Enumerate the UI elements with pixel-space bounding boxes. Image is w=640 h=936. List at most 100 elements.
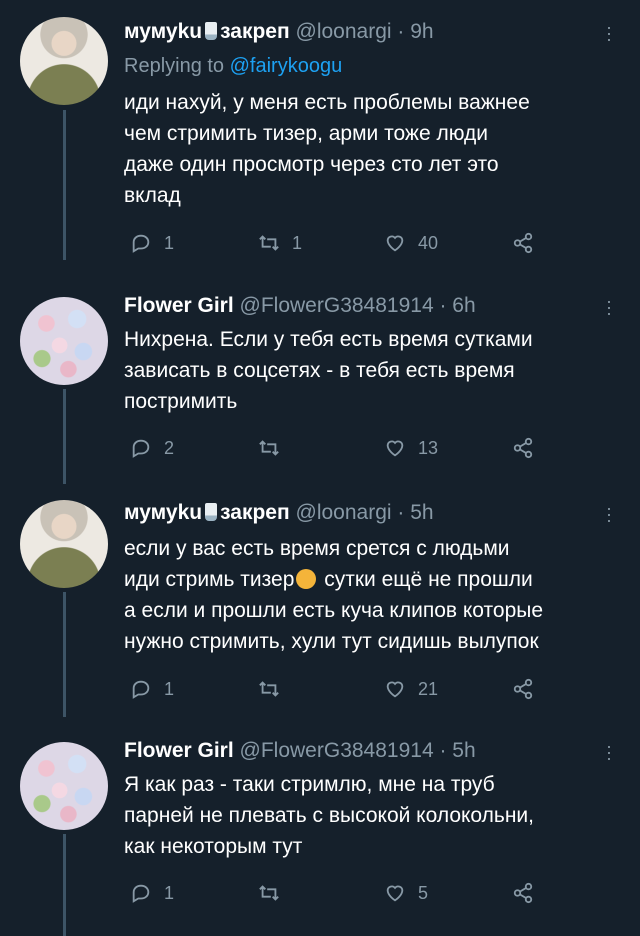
like-button[interactable]: 5 (384, 882, 428, 904)
tweet-line: нужно стримить, хули тут сидишь вылупок (124, 630, 539, 653)
like-icon (386, 885, 404, 902)
like-icon (386, 235, 404, 252)
avatar[interactable] (20, 500, 108, 588)
avatar[interactable] (20, 17, 108, 105)
retweet-button[interactable] (258, 437, 292, 459)
tweet-line: а если и прошли есть куча клипов которые (124, 599, 544, 622)
reply-icon (132, 234, 150, 253)
retweet-icon (259, 235, 279, 251)
display-name-suffix[interactable]: закреп (220, 20, 290, 43)
tweet-line: даже один просмотр через сто лет это (124, 153, 499, 176)
tweet-line: вклад (124, 184, 181, 207)
reply-button[interactable]: 1 (130, 882, 174, 904)
tweet-header: мумуku закреп @loonargi · 5h (124, 501, 434, 525)
mention-link[interactable]: @fairykoogu (230, 55, 343, 77)
share-button[interactable] (512, 232, 546, 254)
reply-button[interactable]: 2 (130, 437, 174, 459)
tweet-actions: 2 13 (130, 437, 550, 465)
retweet-icon (259, 681, 279, 697)
display-name-suffix[interactable]: закреп (220, 501, 290, 524)
timestamp[interactable]: · 5h (439, 739, 475, 762)
tweet-text: Нихрена. Если у тебя есть время сутками … (124, 324, 624, 417)
tweet-line-part: сутки ещё не прошли (318, 568, 533, 591)
share-button[interactable] (512, 437, 546, 459)
milk-emoji-icon (205, 503, 218, 521)
reply-button[interactable]: 1 (130, 678, 174, 700)
display-name[interactable]: мумуku (124, 501, 202, 524)
more-icon[interactable]: · · · (606, 292, 612, 322)
tweet-line: чем стримить тизер, арми тоже люди (124, 122, 489, 145)
timestamp[interactable]: · 6h (439, 294, 475, 317)
more-icon[interactable]: · · · (606, 499, 612, 529)
more-icon[interactable]: · · · (606, 737, 612, 767)
retweet-button[interactable] (258, 678, 292, 700)
tweet-line: Я как раз - таки стримлю, мне на труб (124, 773, 495, 796)
replying-prefix: Replying to (124, 55, 225, 77)
tweet-line: как некоторым тут (124, 835, 303, 858)
replying-to: Replying to @fairykoogu (124, 55, 342, 78)
like-icon (386, 681, 404, 698)
like-button[interactable]: 40 (384, 232, 438, 254)
thread-line (63, 389, 66, 484)
tweet-text: иди нахуй, у меня есть проблемы важнее ч… (124, 87, 624, 211)
display-name[interactable]: мумуku (124, 20, 202, 43)
timeline: мумуku закреп @loonargi · 9h · · · Replying… (0, 0, 640, 936)
like-icon (386, 440, 404, 457)
reply-count: 2 (164, 438, 175, 458)
like-button[interactable]: 21 (384, 678, 438, 700)
reply-count: 1 (164, 679, 175, 699)
share-icon (513, 232, 533, 254)
retweet-button[interactable]: 1 (258, 232, 302, 254)
tweet-line: иди стримь тизер сутки ещё не прошли (124, 564, 624, 595)
display-name[interactable]: Flower Girl (124, 739, 234, 762)
timestamp[interactable]: · 5h (397, 501, 433, 524)
user-handle[interactable]: @loonargi (296, 20, 392, 43)
avatar[interactable] (20, 297, 108, 385)
tweet-line-part: иди стримь тизер (124, 568, 295, 591)
like-count: 21 (418, 679, 439, 699)
avatar[interactable] (20, 742, 108, 830)
tweet-line: если у вас есть время срется с людьми (124, 537, 510, 560)
retweet-icon (259, 440, 279, 456)
tweet-header: Flower Girl @FlowerG38481914 · 6h (124, 294, 476, 318)
reply-icon (132, 680, 150, 699)
tweet-header: Flower Girl @FlowerG38481914 · 5h (124, 739, 476, 763)
tweet-actions: 1 1 40 (130, 232, 550, 260)
tweet-text: если у вас есть время срется с людьми ид… (124, 533, 624, 657)
thread-line (63, 110, 66, 260)
thread-line (63, 834, 66, 936)
tweet-text: Я как раз - таки стримлю, мне на труб па… (124, 769, 624, 862)
tweet-actions: 1 21 (130, 678, 550, 706)
thread-line (63, 592, 66, 717)
retweet-count: 1 (292, 233, 303, 253)
like-button[interactable]: 13 (384, 437, 438, 459)
tweet-actions: 1 5 (130, 882, 550, 910)
user-handle[interactable]: @FlowerG38481914 (240, 294, 434, 317)
like-count: 40 (418, 233, 439, 253)
like-count: 5 (418, 883, 429, 903)
reply-count: 1 (164, 233, 175, 253)
share-icon (513, 437, 533, 459)
share-button[interactable] (512, 882, 546, 904)
share-icon (513, 678, 533, 700)
user-handle[interactable]: @FlowerG38481914 (240, 739, 434, 762)
user-handle[interactable]: @loonargi (296, 501, 392, 524)
tweet-header: мумуku закреп @loonargi · 9h (124, 20, 434, 44)
tweet-line: постримить (124, 390, 238, 413)
reply-icon (132, 884, 150, 903)
more-icon[interactable]: · · · (606, 18, 612, 48)
tweet-line: иди нахуй, у меня есть проблемы важнее (124, 91, 530, 114)
timestamp[interactable]: · 9h (397, 20, 433, 43)
reply-count: 1 (164, 883, 175, 903)
share-button[interactable] (512, 678, 546, 700)
blush-emoji-icon (296, 569, 317, 589)
like-count: 13 (418, 438, 439, 458)
tweet-line: Нихрена. Если у тебя есть время сутками (124, 328, 533, 351)
retweet-button[interactable] (258, 882, 292, 904)
tweet-line: парней не плевать с высокой колокольни, (124, 804, 534, 827)
retweet-icon (259, 885, 279, 901)
share-icon (513, 882, 533, 904)
reply-button[interactable]: 1 (130, 232, 174, 254)
display-name[interactable]: Flower Girl (124, 294, 234, 317)
tweet-line: зависать в соцсетях - в тебя есть время (124, 359, 515, 382)
